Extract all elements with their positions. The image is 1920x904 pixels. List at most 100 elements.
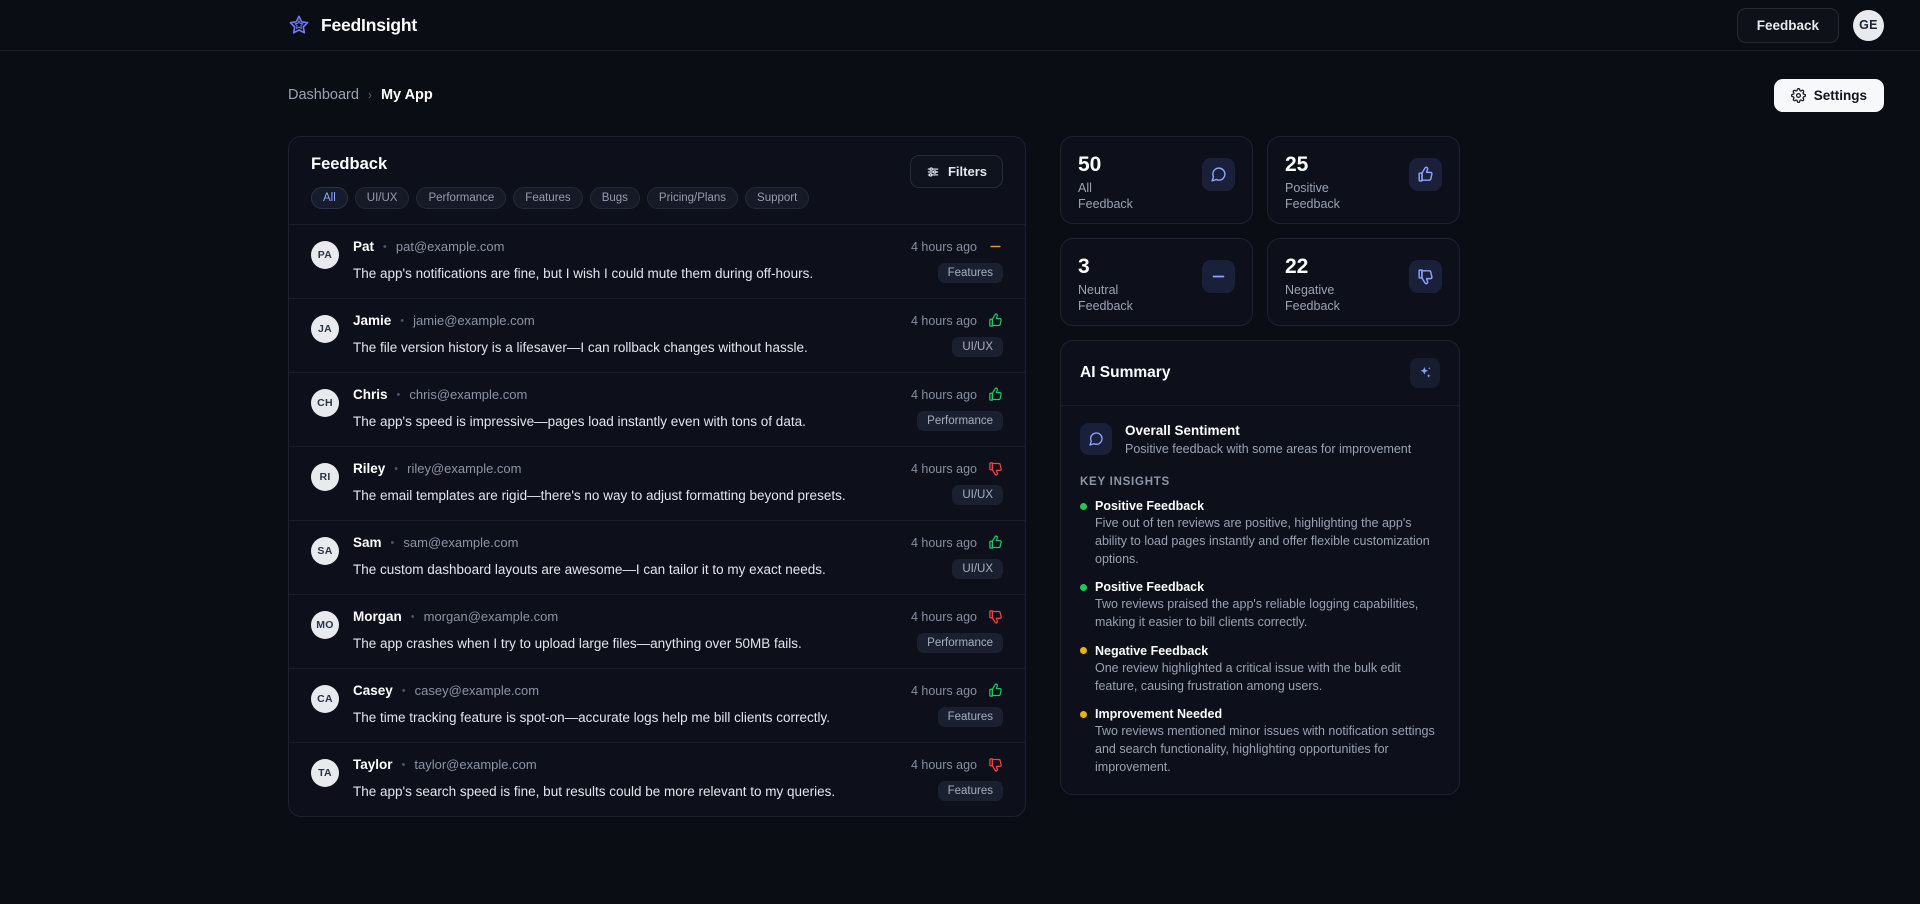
content-columns: Feedback All UI/UX Performance Features Bugs… xyxy=(288,136,1884,817)
feedback-text: The time tracking feature is spot-on—acc… xyxy=(353,709,830,725)
chat-bubble-icon xyxy=(1202,158,1235,191)
separator-dot: • xyxy=(401,758,406,771)
stat-card: 50 All Feedback xyxy=(1060,136,1253,224)
feedback-email: jamie@example.com xyxy=(413,313,535,328)
feedback-timestamp: 4 hours ago xyxy=(910,757,977,772)
category-chip-pricing-plans[interactable]: Pricing/Plans xyxy=(646,187,739,209)
feedback-row[interactable]: PA Pat • pat@example.com 4 hours ago The… xyxy=(289,224,1025,298)
feedback-author: Chris xyxy=(353,387,388,402)
stat-label: Negative Feedback xyxy=(1285,283,1340,314)
settings-button[interactable]: Settings xyxy=(1773,78,1884,112)
feedback-author: Morgan xyxy=(353,609,402,624)
feedback-timestamp: 4 hours ago xyxy=(910,535,977,550)
avatar: MO xyxy=(311,611,339,639)
ai-summary-panel: AI Summary Overall Sentiment Positive fe… xyxy=(1060,340,1460,795)
feedback-row[interactable]: SA Sam • sam@example.com 4 hours ago The… xyxy=(289,520,1025,594)
sentiment-positive-icon xyxy=(988,313,1003,328)
avatar: RI xyxy=(311,463,339,491)
feedback-tag[interactable]: Performance xyxy=(917,411,1003,431)
separator-dot: • xyxy=(394,462,399,475)
thumbs-up-icon xyxy=(1409,158,1442,191)
avatar: CH xyxy=(311,389,339,417)
insight-item: Improvement Needed Two reviews mentioned… xyxy=(1080,707,1440,776)
feedback-text: The custom dashboard layouts are awesome… xyxy=(353,561,826,577)
feedback-author: Pat xyxy=(353,239,375,254)
feedback-tag[interactable]: Performance xyxy=(917,633,1003,653)
avatar: JA xyxy=(311,315,339,343)
sentiment-positive-icon xyxy=(988,535,1003,550)
stat-value: 25 xyxy=(1285,153,1309,176)
feedback-tag[interactable]: UI/UX xyxy=(952,485,1003,505)
feedback-row[interactable]: RI Riley • riley@example.com 4 hours ago… xyxy=(289,446,1025,520)
key-insights: KEY INSIGHTS Positive Feedback Five out … xyxy=(1061,476,1459,794)
feedback-button[interactable]: Feedback xyxy=(1736,7,1839,43)
feedback-row[interactable]: TA Taylor • taylor@example.com 4 hours a… xyxy=(289,742,1025,816)
feedback-tag[interactable]: UI/UX xyxy=(952,559,1003,579)
star-icon xyxy=(289,15,309,34)
feedback-timestamp: 4 hours ago xyxy=(910,313,977,328)
category-chip-bugs[interactable]: Bugs xyxy=(589,187,640,209)
feedback-row[interactable]: MO Morgan • morgan@example.com 4 hours a… xyxy=(289,594,1025,668)
insight-title: Positive Feedback xyxy=(1095,580,1205,595)
key-insights-label: KEY INSIGHTS xyxy=(1080,476,1170,488)
stat-label: Neutral Feedback xyxy=(1078,283,1133,314)
stat-card: 25 Positive Feedback xyxy=(1267,136,1460,224)
filters-button[interactable]: Filters xyxy=(909,155,1003,188)
feedback-row[interactable]: CH Chris • chris@example.com 4 hours ago… xyxy=(289,372,1025,446)
feedback-panel-header: Feedback All UI/UX Performance Features Bugs… xyxy=(289,137,1025,224)
avatar[interactable]: GE xyxy=(1853,9,1884,41)
chat-bubble-icon xyxy=(1080,423,1112,455)
category-chip-all[interactable]: All xyxy=(311,187,348,209)
feedback-list: PA Pat • pat@example.com 4 hours ago The… xyxy=(289,224,1025,816)
feedback-timestamp: 4 hours ago xyxy=(910,239,977,254)
avatar: PA xyxy=(311,241,339,269)
stat-label: All Feedback xyxy=(1078,181,1133,212)
insight-title: Positive Feedback xyxy=(1095,499,1205,513)
overall-sentiment-title: Overall Sentiment xyxy=(1125,423,1240,438)
insight-title: Negative Feedback xyxy=(1095,643,1209,658)
insight-text: Five out of ten reviews are positive, hi… xyxy=(1095,516,1430,566)
feedback-panel: Feedback All UI/UX Performance Features Bugs… xyxy=(288,136,1026,817)
separator-dot: • xyxy=(401,684,406,697)
insight-status-dot xyxy=(1080,647,1087,655)
feedback-timestamp: 4 hours ago xyxy=(910,683,977,698)
feedback-row[interactable]: JA Jamie • jamie@example.com 4 hours ago… xyxy=(289,298,1025,372)
gear-icon xyxy=(1790,87,1806,103)
top-bar-actions: Feedback GE xyxy=(1736,7,1884,43)
insight-text: Two reviews praised the app's reliable l… xyxy=(1095,597,1419,629)
feedback-author: Sam xyxy=(353,535,382,550)
feedback-email: taylor@example.com xyxy=(414,757,537,772)
feedback-text: The app's speed is impressive—pages load… xyxy=(353,413,806,429)
breadcrumb-dashboard[interactable]: Dashboard xyxy=(288,87,359,103)
top-bar: FeedInsight Feedback GE xyxy=(0,0,1920,51)
stat-card: 22 Negative Feedback xyxy=(1267,238,1460,326)
separator-dot: • xyxy=(396,388,401,401)
feedback-tag[interactable]: Features xyxy=(937,781,1003,801)
stat-card: 3 Neutral Feedback xyxy=(1060,238,1253,326)
stat-value: 50 xyxy=(1078,153,1102,176)
insight-text: Two reviews mentioned minor issues with … xyxy=(1095,724,1435,774)
feedback-email: casey@example.com xyxy=(414,683,540,698)
feedback-timestamp: 4 hours ago xyxy=(910,461,977,476)
overall-sentiment-description: Positive feedback with some areas for im… xyxy=(1125,442,1412,456)
category-chip-ui-ux[interactable]: UI/UX xyxy=(354,187,410,209)
insight-status-dot xyxy=(1080,502,1087,510)
feedback-tag[interactable]: Features xyxy=(937,707,1003,727)
feedback-tag[interactable]: UI/UX xyxy=(952,337,1003,357)
category-chip-support[interactable]: Support xyxy=(745,187,810,209)
insight-status-dot xyxy=(1080,583,1087,591)
stat-value: 3 xyxy=(1078,255,1090,278)
minus-icon xyxy=(1202,260,1235,293)
feedback-email: pat@example.com xyxy=(395,239,505,254)
feedback-row[interactable]: CA Casey • casey@example.com 4 hours ago… xyxy=(289,668,1025,742)
feedback-text: The app's notifications are fine, but I … xyxy=(353,265,814,281)
feedback-text: The app's search speed is fine, but resu… xyxy=(353,783,836,799)
settings-button-label: Settings xyxy=(1813,87,1867,103)
feedback-author: Riley xyxy=(353,461,386,476)
thumbs-down-icon xyxy=(1409,260,1442,293)
category-chip-performance[interactable]: Performance xyxy=(416,187,507,209)
feedback-tag[interactable]: Features xyxy=(937,263,1003,283)
category-chip-features[interactable]: Features xyxy=(513,187,583,209)
sliders-icon xyxy=(927,166,939,177)
brand[interactable]: FeedInsight xyxy=(288,14,417,36)
